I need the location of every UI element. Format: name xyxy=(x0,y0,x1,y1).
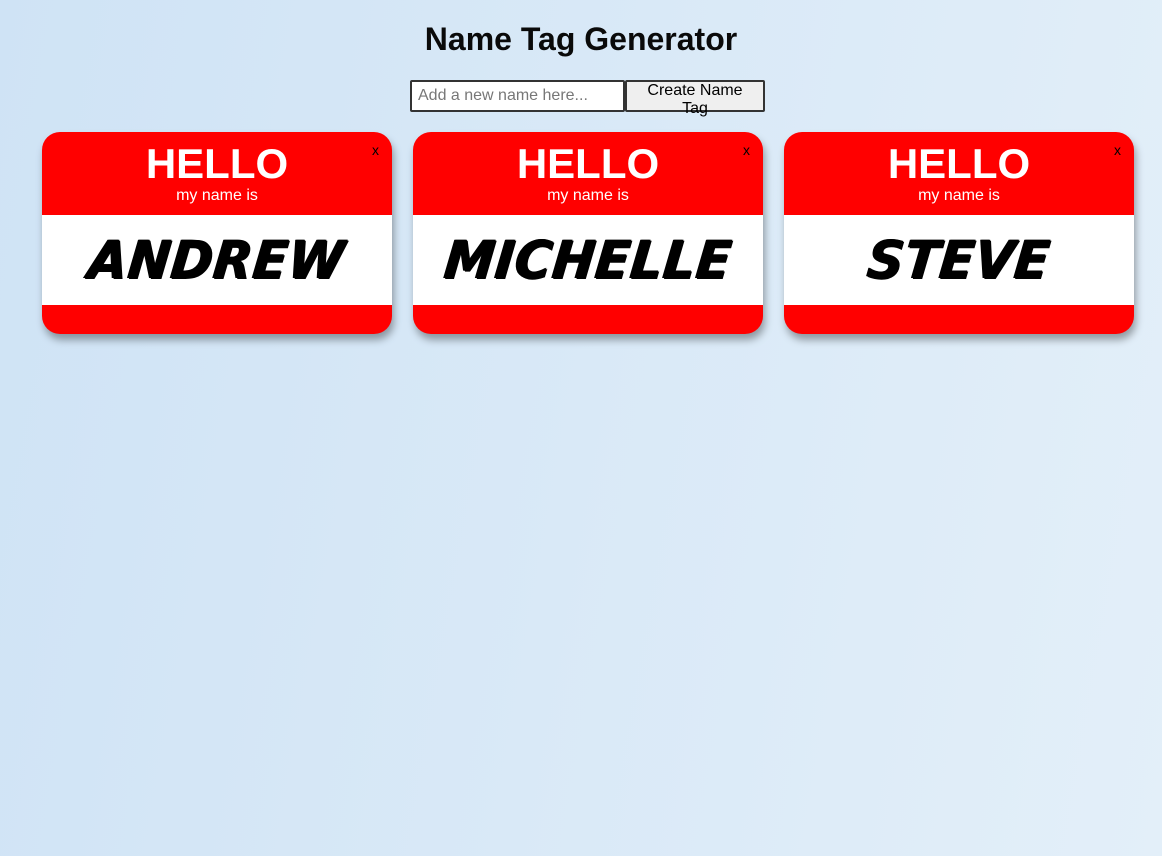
name-tag: HELLO my name is x MICHELLE xyxy=(413,132,763,334)
name-tag-list: HELLO my name is x ANDREW HELLO my name … xyxy=(42,132,1134,334)
tag-subtitle: my name is xyxy=(547,187,629,204)
tag-name: STEVE xyxy=(864,229,1054,291)
close-icon[interactable]: x xyxy=(743,143,750,157)
close-icon[interactable]: x xyxy=(1114,143,1121,157)
tag-hello-heading: HELLO xyxy=(516,140,660,187)
close-icon[interactable]: x xyxy=(372,143,379,157)
tag-name-area: STEVE xyxy=(784,215,1134,305)
create-name-tag-button[interactable]: Create Name Tag xyxy=(625,80,765,117)
tag-name: MICHELLE xyxy=(441,229,735,291)
tag-hello-heading: HELLO xyxy=(145,140,289,187)
tag-hello-heading: HELLO xyxy=(887,140,1031,187)
tag-name-area: MICHELLE xyxy=(413,215,763,305)
page-title: Name Tag Generator xyxy=(424,21,738,57)
name-tag: HELLO my name is x ANDREW xyxy=(42,132,392,334)
name-input[interactable] xyxy=(410,80,625,112)
name-tag: HELLO my name is x STEVE xyxy=(784,132,1134,334)
name-tag-form: Create Name Tag xyxy=(410,80,765,117)
tag-subtitle: my name is xyxy=(176,187,258,204)
tag-subtitle: my name is xyxy=(918,187,1000,204)
tag-name-area: ANDREW xyxy=(42,215,392,305)
tag-name: ANDREW xyxy=(85,229,349,291)
